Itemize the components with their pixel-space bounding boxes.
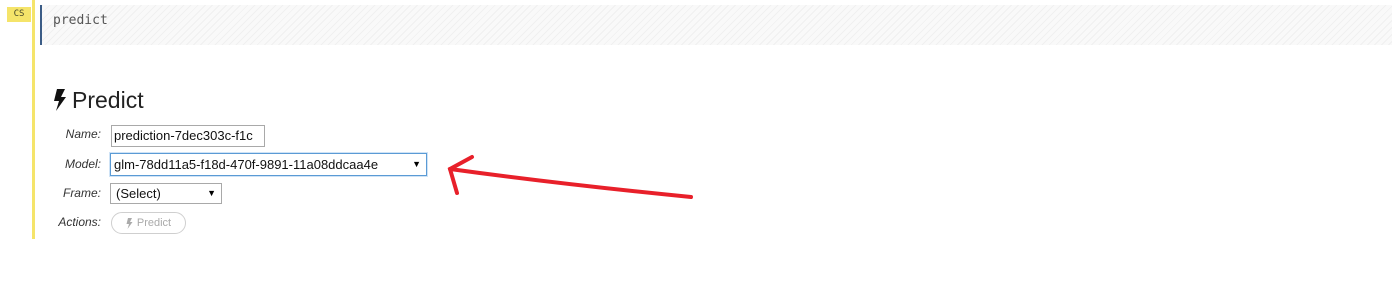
notebook-cell: CS predict Predict Name: prediction-7dec… — [0, 0, 1392, 281]
annotation-arrow — [447, 155, 693, 199]
